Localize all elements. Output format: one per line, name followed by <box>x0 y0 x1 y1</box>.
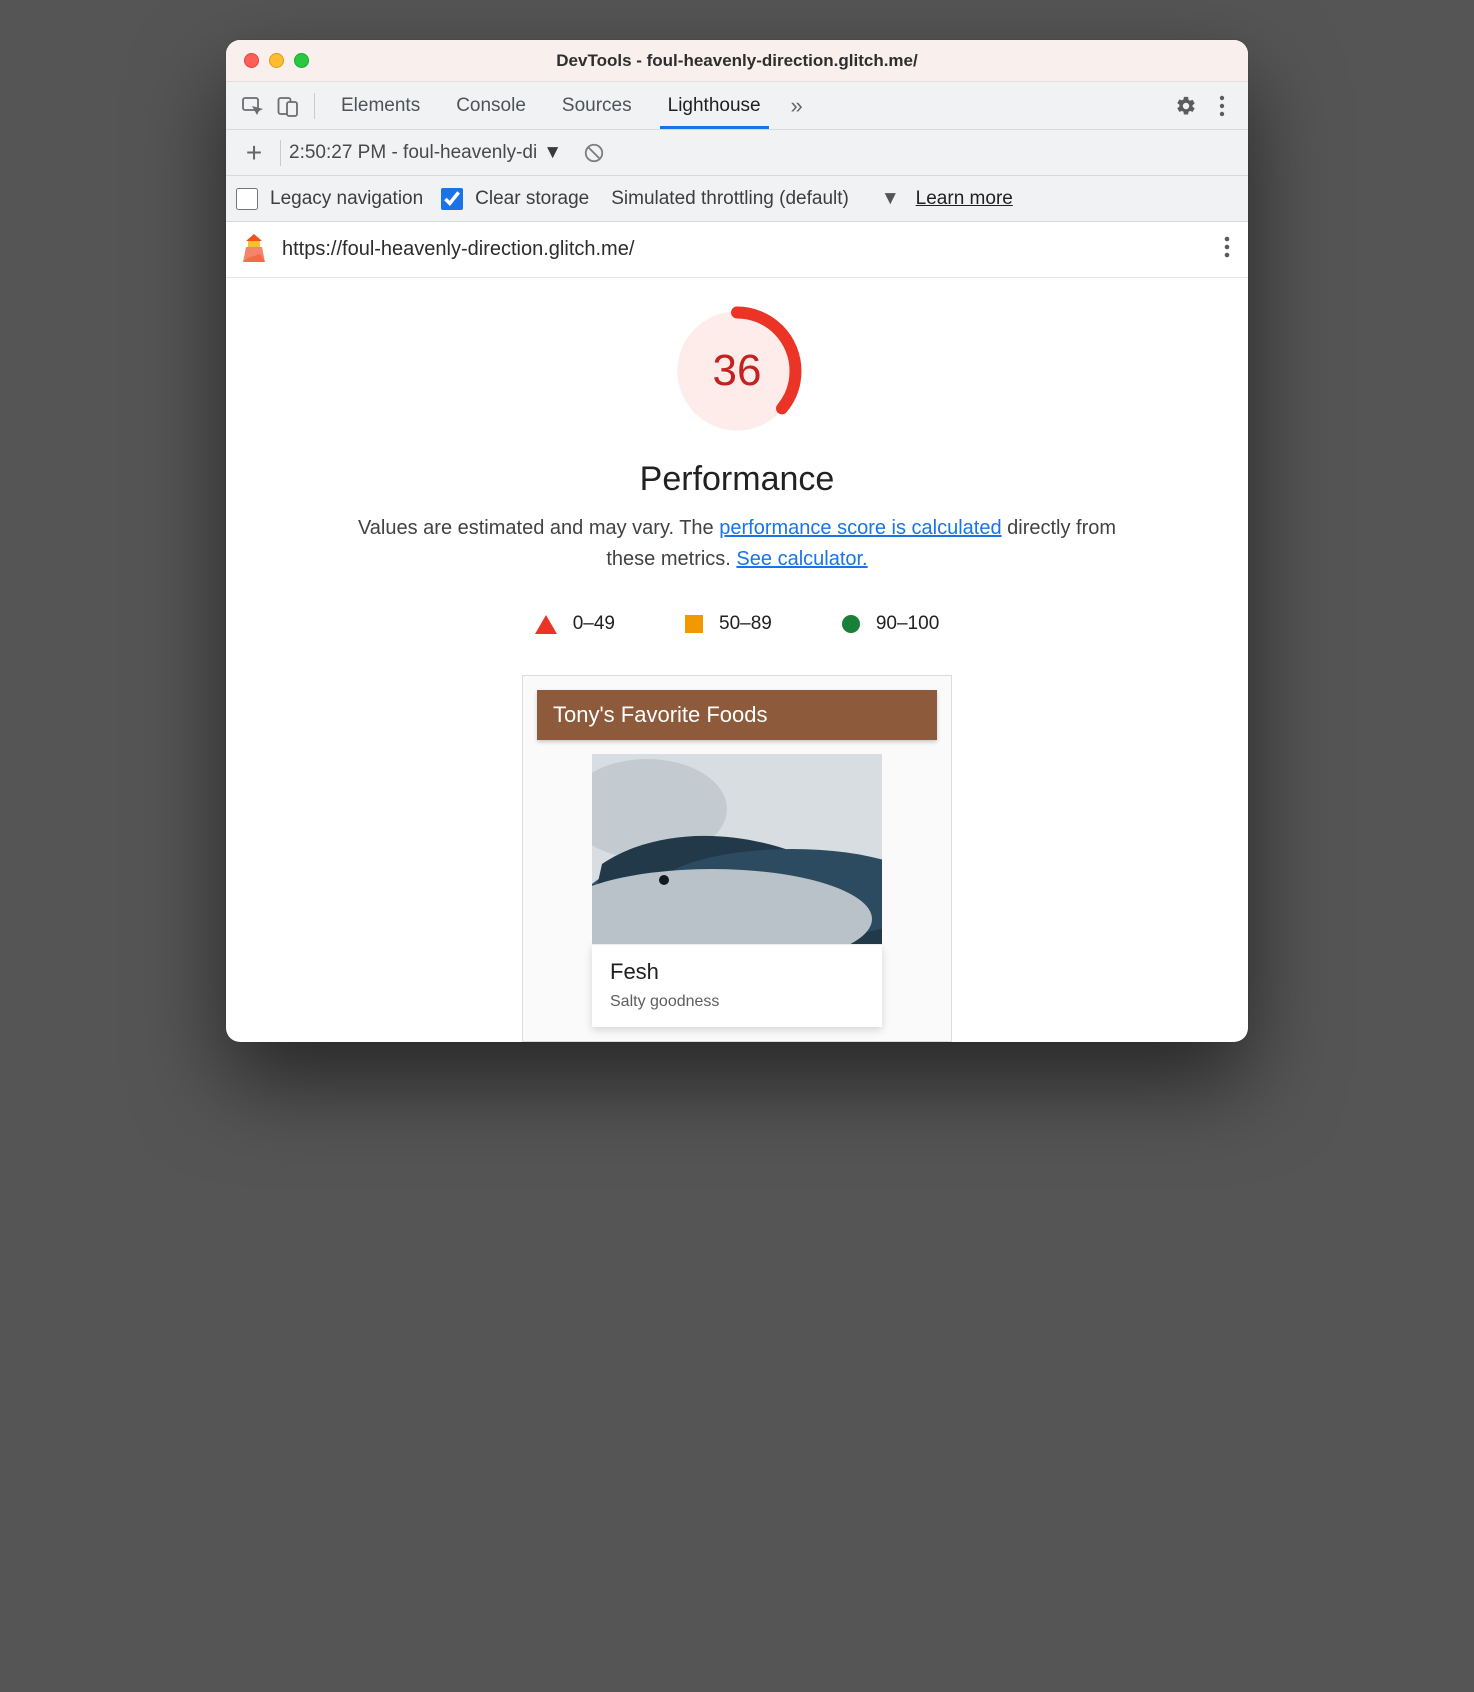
preview-item-title: Fesh <box>610 959 864 985</box>
lighthouse-options: Legacy navigation Clear storage Simulate… <box>226 176 1248 222</box>
chevron-down-icon: ▼ <box>543 142 562 164</box>
page-screenshot: Tony's Favorite Foods Fesh Salty goodnes… <box>522 675 952 1042</box>
triangle-icon <box>535 615 557 634</box>
legend-label: 50–89 <box>719 613 772 635</box>
window-title: DevTools - foul-heavenly-direction.glitc… <box>226 51 1248 71</box>
square-icon <box>685 615 703 633</box>
report-menu-icon[interactable] <box>1224 235 1230 264</box>
chevron-down-icon: ▼ <box>881 188 900 210</box>
see-calculator-link[interactable]: See calculator. <box>736 548 867 570</box>
inspect-icon[interactable] <box>234 88 270 124</box>
perf-score-link[interactable]: performance score is calculated <box>719 517 1001 539</box>
preview-item-sub: Salty goodness <box>610 993 864 1011</box>
new-report-icon[interactable]: + <box>236 135 272 171</box>
device-toggle-icon[interactable] <box>270 88 306 124</box>
legend-good: 90–100 <box>842 613 939 635</box>
report-header: https://foul-heavenly-direction.glitch.m… <box>226 222 1248 278</box>
tab-sources[interactable]: Sources <box>544 82 650 129</box>
tab-label: Lighthouse <box>668 95 761 117</box>
clear-report-icon[interactable] <box>576 135 612 171</box>
tab-label: Console <box>456 95 526 117</box>
report-select[interactable]: 2:50:27 PM - foul-heavenly-di ▼ <box>289 142 562 164</box>
legend-label: 90–100 <box>876 613 939 635</box>
clear-storage-label: Clear storage <box>475 188 589 210</box>
tab-console[interactable]: Console <box>438 82 544 129</box>
lighthouse-logo-icon <box>240 232 268 267</box>
tab-lighthouse[interactable]: Lighthouse <box>650 82 779 129</box>
settings-icon[interactable] <box>1168 88 1204 124</box>
traffic-lights <box>244 53 309 68</box>
window-minimize[interactable] <box>269 53 284 68</box>
legend-bad: 0–49 <box>535 613 615 635</box>
legacy-navigation-option[interactable]: Legacy navigation <box>236 188 423 210</box>
preview-item-card: Fesh Salty goodness <box>592 944 882 1027</box>
report-select-label: 2:50:27 PM - foul-heavenly-di <box>289 142 537 164</box>
score-value: 36 <box>672 306 802 436</box>
preview-header: Tony's Favorite Foods <box>537 690 937 740</box>
report-url: https://foul-heavenly-direction.glitch.m… <box>282 238 634 261</box>
tab-elements[interactable]: Elements <box>323 82 438 129</box>
clear-storage-checkbox[interactable] <box>441 188 463 210</box>
legend-label: 0–49 <box>573 613 615 635</box>
clear-storage-option[interactable]: Clear storage <box>441 188 589 210</box>
window-zoom[interactable] <box>294 53 309 68</box>
category-description: Values are estimated and may vary. The p… <box>347 513 1127 575</box>
tabs-overflow-icon[interactable]: » <box>779 88 815 124</box>
learn-more-link[interactable]: Learn more <box>916 188 1013 210</box>
preview-photo <box>592 754 882 944</box>
legacy-navigation-label: Legacy navigation <box>270 188 423 210</box>
window-titlebar: DevTools - foul-heavenly-direction.glitc… <box>226 40 1248 82</box>
devtools-window: DevTools - foul-heavenly-direction.glitc… <box>226 40 1248 1042</box>
throttling-label: Simulated throttling (default) <box>611 188 849 210</box>
tab-label: Sources <box>562 95 632 117</box>
lighthouse-toolbar: + 2:50:27 PM - foul-heavenly-di ▼ <box>226 130 1248 176</box>
score-gauge: 36 <box>672 306 802 436</box>
score-legend: 0–49 50–89 90–100 <box>260 613 1214 635</box>
legacy-navigation-checkbox[interactable] <box>236 188 258 210</box>
window-close[interactable] <box>244 53 259 68</box>
devtools-tabstrip: Elements Console Sources Lighthouse » <box>226 82 1248 130</box>
category-title: Performance <box>260 460 1214 499</box>
tab-label: Elements <box>341 95 420 117</box>
circle-icon <box>842 615 860 633</box>
lighthouse-report: 36 Performance Values are estimated and … <box>226 278 1248 1042</box>
throttling-select[interactable]: Simulated throttling (default) <box>611 188 849 210</box>
legend-avg: 50–89 <box>685 613 772 635</box>
desc-text: Values are estimated and may vary. The <box>358 517 719 539</box>
kebab-menu-icon[interactable] <box>1204 88 1240 124</box>
